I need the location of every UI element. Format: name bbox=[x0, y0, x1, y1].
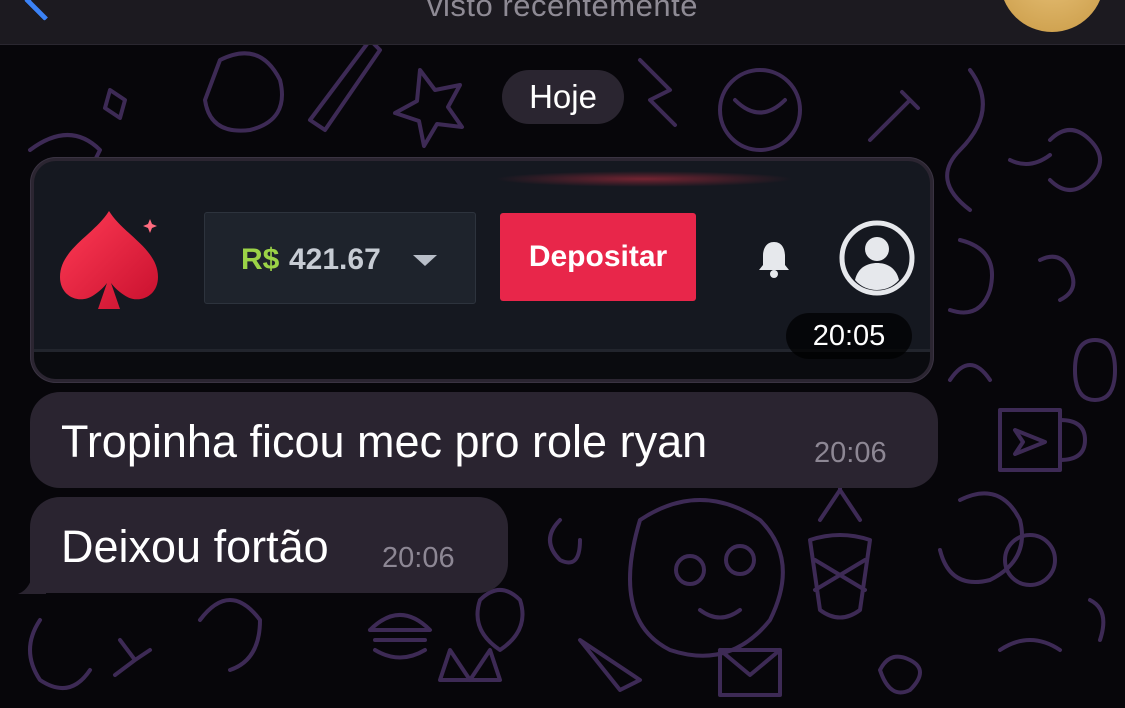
spade-logo-icon bbox=[60, 211, 158, 309]
chat-header: visto recentemente bbox=[0, 0, 1125, 45]
message-time: 20:05 bbox=[786, 313, 912, 359]
message-bubble[interactable]: Deixou fortão 20:06 bbox=[30, 497, 508, 593]
user-avatar-icon bbox=[839, 220, 915, 296]
deposit-button[interactable]: Depositar bbox=[500, 213, 696, 301]
balance-selector[interactable]: R$ 421.67 bbox=[204, 212, 476, 304]
shared-screenshot: R$ 421.67 Depositar 20:05 bbox=[34, 161, 930, 379]
bell-icon bbox=[759, 242, 789, 278]
balance-currency: R$ bbox=[241, 243, 280, 276]
message-text: Deixou fortão bbox=[61, 521, 329, 572]
balance-amount: 421.67 bbox=[289, 243, 381, 276]
caret-down-icon bbox=[413, 255, 437, 266]
message-time: 20:06 bbox=[814, 437, 887, 469]
bubble-tail-icon bbox=[18, 560, 46, 594]
date-separator: Hoje bbox=[502, 70, 624, 124]
contact-status: visto recentemente bbox=[427, 0, 698, 23]
message-time: 20:06 bbox=[382, 542, 455, 574]
message-bubble[interactable]: Tropinha ficou mec pro role ryan 20:06 bbox=[30, 392, 938, 488]
header-glow bbox=[494, 171, 794, 187]
message-text: Tropinha ficou mec pro role ryan bbox=[61, 416, 708, 467]
image-message-bubble[interactable]: R$ 421.67 Depositar 20:05 bbox=[30, 157, 934, 383]
contact-avatar[interactable] bbox=[1000, 0, 1104, 32]
